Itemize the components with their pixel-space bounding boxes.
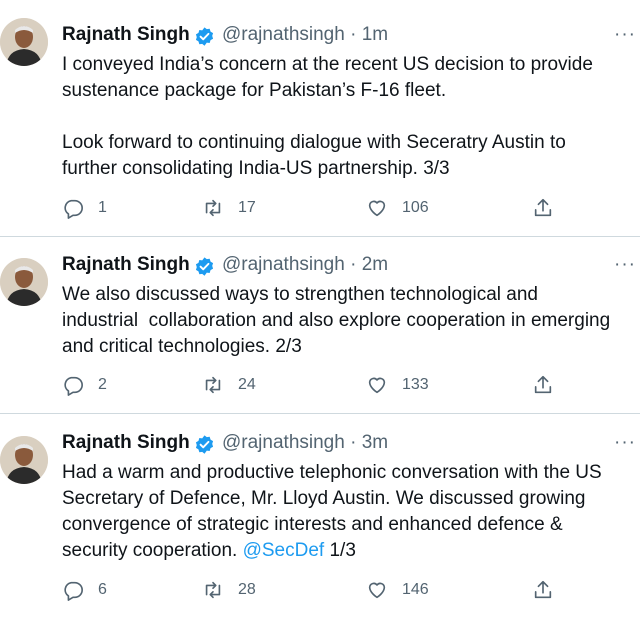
like-button[interactable]: 146	[366, 577, 429, 603]
heart-icon	[368, 200, 386, 217]
share-icon	[534, 375, 552, 394]
more-options-icon[interactable]: ···	[614, 24, 636, 46]
retweet-button[interactable]: 28	[202, 577, 256, 603]
reply-count: 2	[98, 376, 107, 393]
verified-badge-icon	[195, 435, 214, 454]
reply-button[interactable]: 6	[62, 577, 107, 603]
avatar[interactable]	[0, 18, 48, 66]
more-options-icon[interactable]: ···	[614, 254, 636, 276]
retweet-count: 17	[238, 199, 256, 216]
share-button[interactable]	[532, 372, 554, 398]
timestamp[interactable]: 2m	[362, 254, 388, 275]
tweet-actions: 6 28 146	[62, 577, 562, 603]
reply-icon	[64, 376, 83, 396]
avatar-image	[0, 18, 48, 66]
reply-button[interactable]: 1	[62, 195, 107, 221]
handle-text: @rajnathsingh	[222, 432, 345, 453]
retweet-count: 28	[238, 581, 256, 598]
like-count: 106	[402, 199, 429, 216]
reply-count: 6	[98, 581, 107, 598]
author-handle[interactable]: @rajnathsingh · 1m	[222, 24, 388, 46]
author-name[interactable]: Rajnath Singh	[62, 432, 190, 454]
mention-link[interactable]: @SecDef	[243, 540, 325, 561]
tweet-body-tail: 1/3	[324, 540, 356, 561]
author-handle[interactable]: @rajnathsingh · 2m	[222, 254, 388, 276]
retweet-button[interactable]: 24	[202, 372, 256, 398]
tweet-text: Had a warm and productive telephonic con…	[62, 460, 638, 564]
share-button[interactable]	[532, 195, 554, 221]
tweet-body: I conveyed India’s concern at the recent…	[62, 54, 593, 179]
tweet-body: We also discussed ways to strengthen tec…	[62, 284, 611, 357]
author-handle[interactable]: @rajnathsingh · 3m	[222, 432, 388, 454]
tweet-divider	[0, 413, 640, 414]
like-count: 146	[402, 581, 429, 598]
like-button[interactable]: 133	[366, 372, 429, 398]
share-icon	[534, 580, 552, 599]
timestamp[interactable]: 1m	[362, 24, 388, 45]
like-count: 133	[402, 376, 429, 393]
handle-text: @rajnathsingh	[222, 254, 345, 275]
reply-count: 1	[98, 199, 107, 216]
tweet-text: I conveyed India’s concern at the recent…	[62, 52, 638, 182]
retweet-icon	[205, 581, 221, 599]
more-options-icon[interactable]: ···	[614, 432, 636, 454]
reply-icon	[64, 581, 83, 601]
retweet-icon	[205, 376, 221, 394]
reply-icon	[64, 199, 83, 219]
avatar[interactable]	[0, 258, 48, 306]
like-button[interactable]: 106	[366, 195, 429, 221]
heart-icon	[368, 582, 386, 599]
avatar[interactable]	[0, 436, 48, 484]
author-name[interactable]: Rajnath Singh	[62, 24, 190, 46]
tweet-actions: 2 24 133	[62, 372, 562, 398]
handle-text: @rajnathsingh	[222, 24, 345, 45]
share-icon	[534, 198, 552, 217]
share-button[interactable]	[532, 577, 554, 603]
heart-icon	[368, 377, 386, 394]
retweet-button[interactable]: 17	[202, 195, 256, 221]
verified-badge-icon	[195, 257, 214, 276]
tweet-text: We also discussed ways to strengthen tec…	[62, 282, 638, 360]
avatar-image	[0, 258, 48, 306]
tweet-actions: 1 17 106	[62, 195, 562, 221]
tweet-divider	[0, 236, 640, 237]
retweet-icon	[205, 199, 221, 217]
avatar-image	[0, 436, 48, 484]
author-name[interactable]: Rajnath Singh	[62, 254, 190, 276]
retweet-count: 24	[238, 376, 256, 393]
timestamp[interactable]: 3m	[362, 432, 388, 453]
verified-badge-icon	[195, 27, 214, 46]
reply-button[interactable]: 2	[62, 372, 107, 398]
